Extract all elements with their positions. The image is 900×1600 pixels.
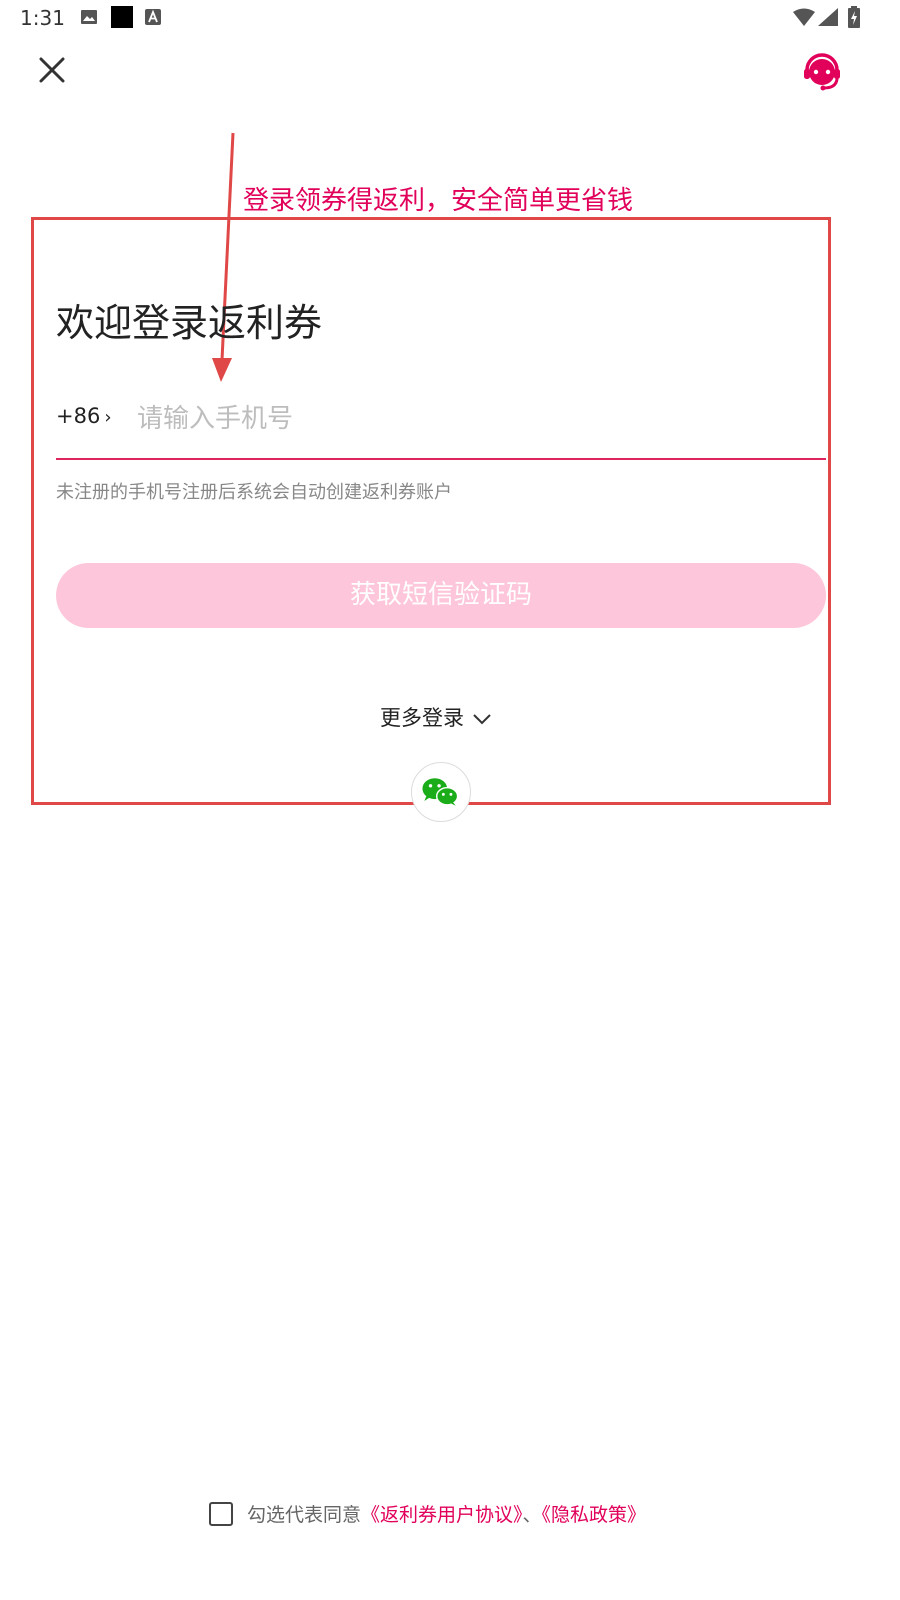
image-icon [81,10,97,24]
page-title: 欢迎登录返利券 [56,301,323,345]
signal-icon [818,8,838,26]
chevron-down-icon [473,714,491,725]
phone-input[interactable] [137,396,817,442]
get-sms-code-button[interactable]: 获取短信验证码 [56,563,826,628]
user-agreement-link[interactable]: 《返利券用户协议》 [361,1504,523,1526]
close-button[interactable] [34,52,70,88]
more-login-toggle[interactable]: 更多登录 [380,702,492,732]
wechat-icon [422,778,459,806]
country-code-label: +86 [56,404,101,428]
privacy-policy-link[interactable]: 《隐私政策》 [542,1504,647,1526]
customer-service-icon [804,53,840,91]
more-login-label: 更多登录 [380,706,464,730]
wifi-icon [793,8,815,26]
battery-icon [848,6,860,28]
annotation-caption: 登录领券得返利，安全简单更省钱 [243,186,634,216]
status-bar: 1:31 [0,0,900,36]
wechat-login-button[interactable] [411,762,471,822]
agreement-row: 勾选代表同意《返利券用户协议》、《隐私政策》 [209,1500,646,1530]
app-icon [111,6,133,28]
status-time: 1:31 [20,6,65,30]
agreement-prefix: 勾选代表同意 [247,1504,362,1526]
chevron-right-icon: › [104,407,112,428]
agreement-checkbox[interactable] [209,1501,233,1526]
agreement-separator: 、 [522,1504,542,1526]
keyboard-icon [145,9,161,25]
country-code-selector[interactable]: +86 › [56,404,112,428]
phone-input-underline [56,458,826,460]
register-hint: 未注册的手机号注册后系统会自动创建返利券账户 [56,482,452,503]
close-icon [39,57,65,83]
customer-service-button[interactable] [800,50,844,94]
